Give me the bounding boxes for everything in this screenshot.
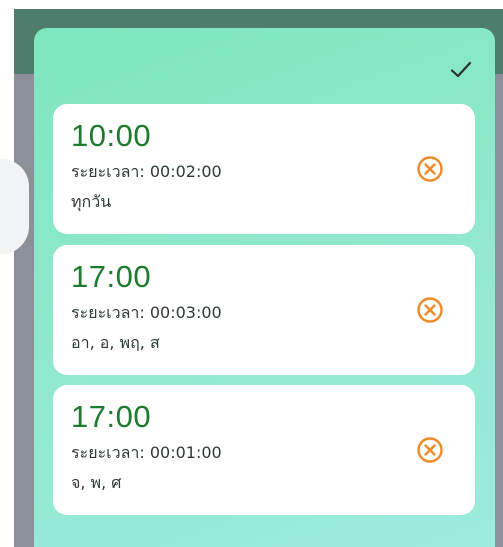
schedule-days: จ, พ, ศ [71,473,122,492]
schedule-time: 10:00 [71,118,152,153]
background-decoration [0,159,29,254]
schedule-card[interactable]: 17:00 ระยะเวลา: 00:01:00 จ, พ, ศ [53,385,475,515]
schedule-card[interactable]: 10:00 ระยะเวลา: 00:02:00 ทุกวัน [53,104,475,234]
checkmark-icon [450,61,472,78]
delete-schedule-button[interactable] [415,154,445,184]
schedule-days: ทุกวัน [71,192,112,211]
delete-schedule-button[interactable] [415,435,445,465]
screen: 10:00 ระยะเวลา: 00:02:00 ทุกวัน 17:00 ระ… [0,0,503,547]
circle-x-icon [417,156,443,182]
circle-x-icon [417,437,443,463]
schedule-card[interactable]: 17:00 ระยะเวลา: 00:03:00 อา, อ, พฤ, ส [53,245,475,375]
delete-schedule-button[interactable] [415,295,445,325]
schedule-time: 17:00 [71,399,152,434]
confirm-button[interactable] [447,56,475,84]
schedule-time: 17:00 [71,259,152,294]
schedule-days: อา, อ, พฤ, ส [71,333,160,352]
schedule-popup: 10:00 ระยะเวลา: 00:02:00 ทุกวัน 17:00 ระ… [34,28,495,547]
circle-x-icon [417,297,443,323]
